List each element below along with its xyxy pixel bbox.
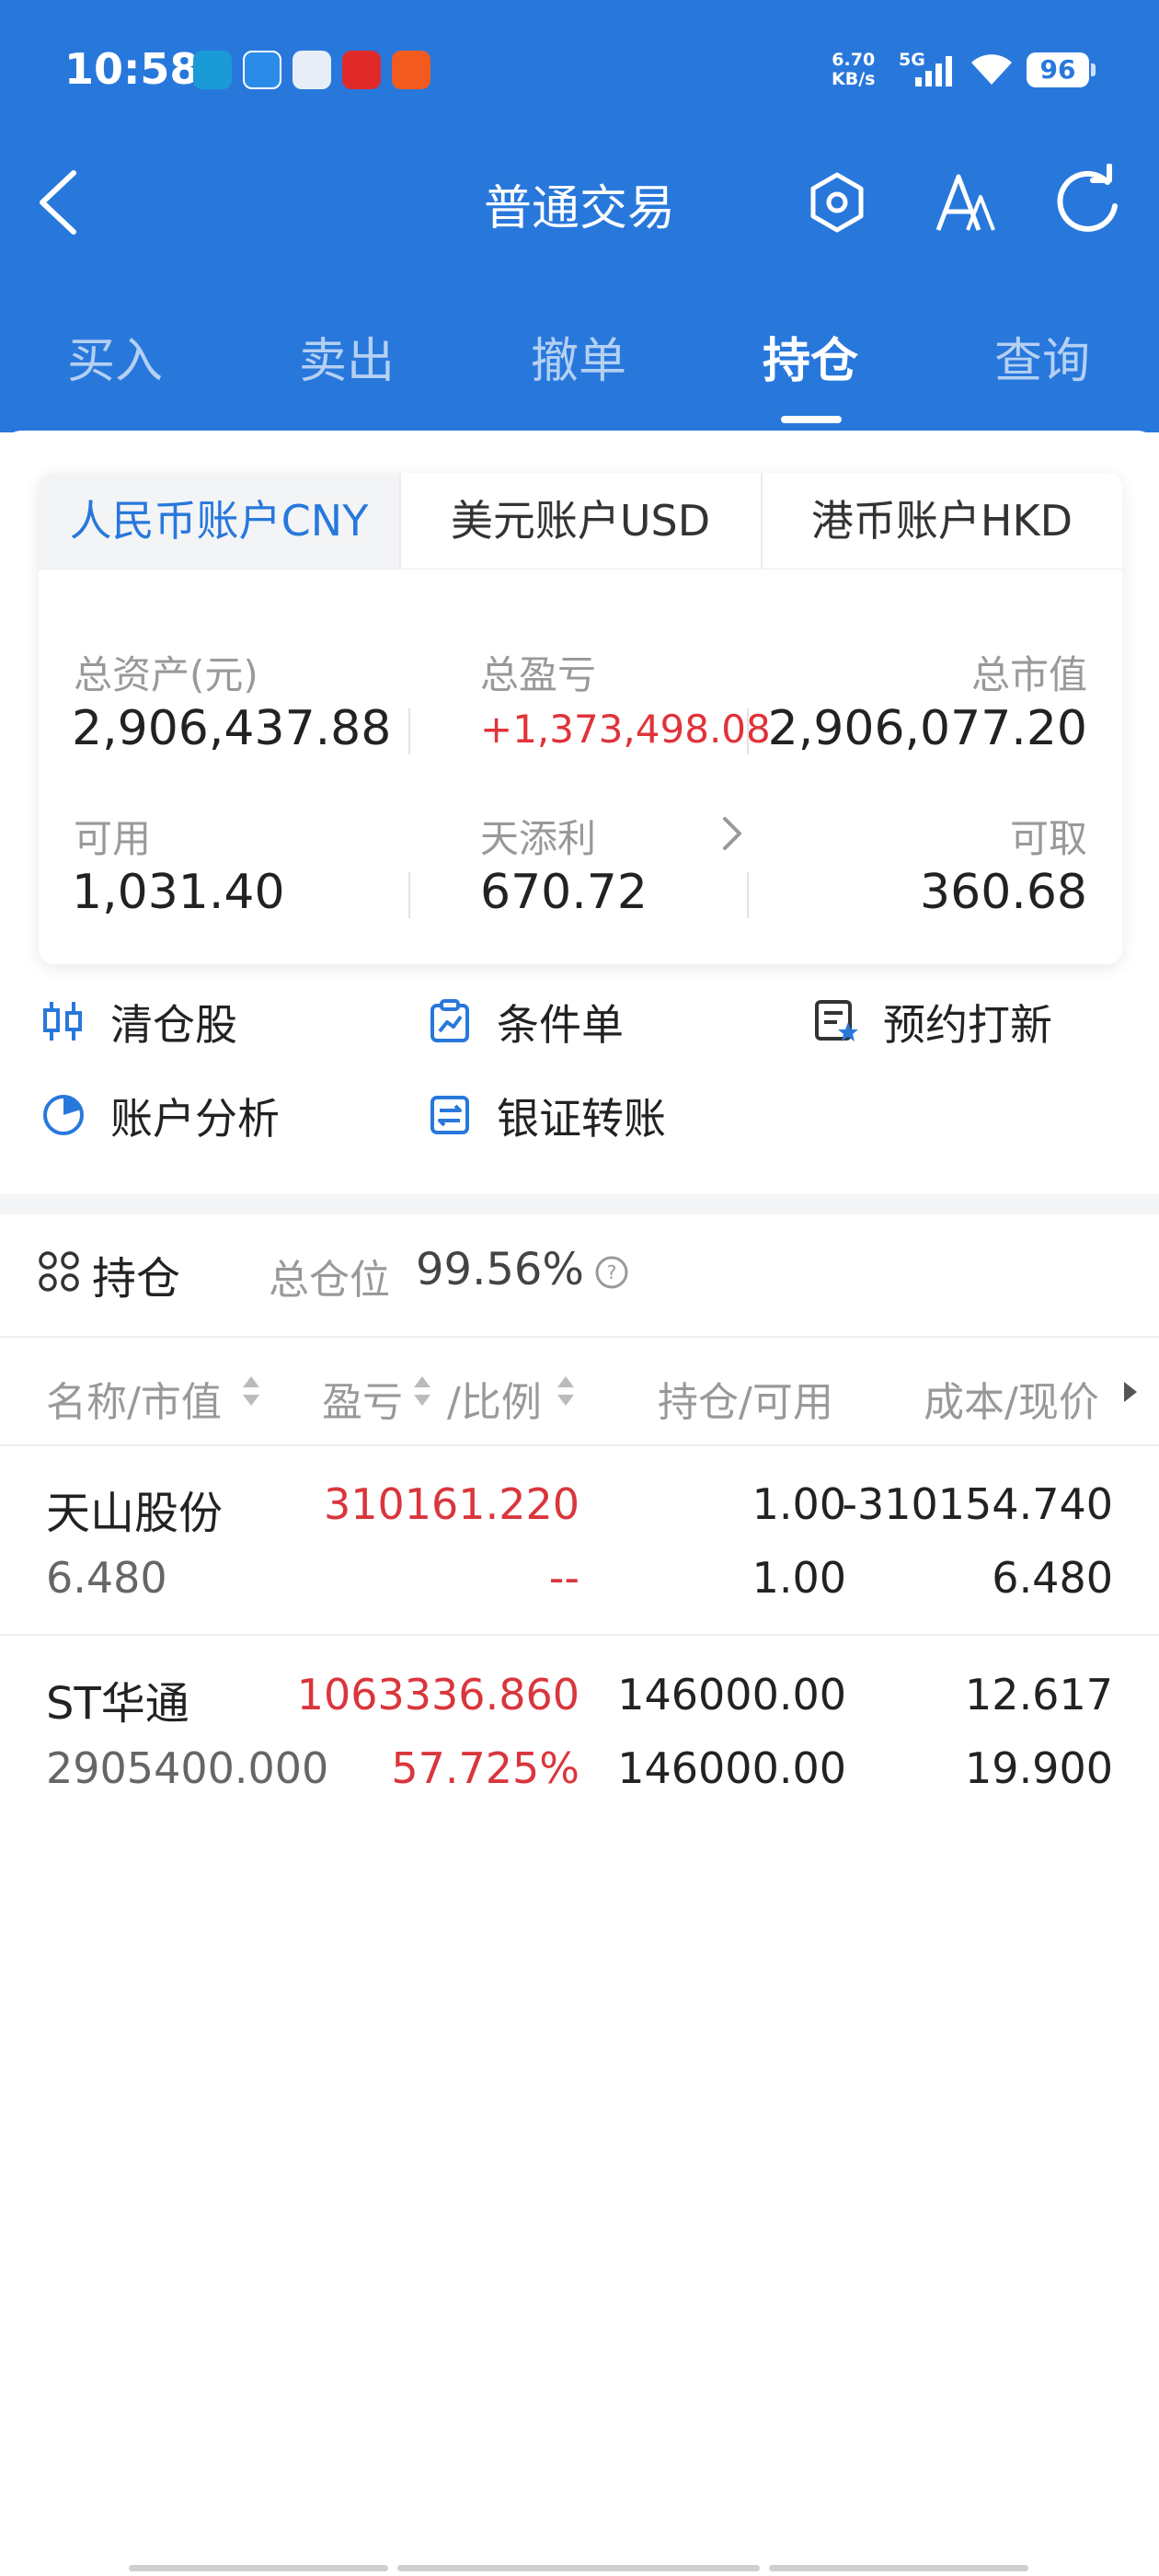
- conditional-order-button[interactable]: 条件单: [497, 992, 624, 1052]
- status-bar: 10:58 6.70 KB/s 5G 96: [0, 0, 1159, 138]
- svg-text:?: ?: [607, 1261, 617, 1283]
- account-analysis-icon: [43, 1095, 84, 1135]
- market-value-value: 2,906,077.20: [767, 701, 1087, 756]
- total-pnl-label: 总盈亏: [480, 652, 597, 697]
- tab-sell[interactable]: 卖出: [255, 322, 439, 391]
- section-divider: [0, 1194, 1159, 1214]
- bank-transfer-icon: [430, 1096, 469, 1134]
- available-label: 可用: [74, 816, 152, 861]
- column-header-ratio[interactable]: /比例: [447, 1369, 542, 1428]
- bank-transfer-button[interactable]: 银证转账: [497, 1086, 666, 1146]
- account-analysis-button[interactable]: 账户分析: [110, 1086, 280, 1146]
- tab-cancel-order[interactable]: 撤单: [487, 322, 671, 391]
- total-pnl-value: +1,373,498.08: [480, 707, 771, 752]
- scroll-right-icon[interactable]: [1120, 1380, 1141, 1404]
- wifi-icon: [968, 50, 1016, 90]
- tab-account-hkd[interactable]: 港币账户HKD: [762, 473, 1122, 569]
- holding-qty: 1.00: [752, 1479, 846, 1529]
- stock-name: 天山股份: [46, 1488, 224, 1539]
- cost-price: 12.617: [965, 1670, 1113, 1719]
- notification-icons: [193, 51, 430, 89]
- active-tab-indicator: [781, 416, 842, 423]
- gesture-bar: [769, 2565, 1028, 2571]
- gesture-bar: [129, 2565, 388, 2571]
- withdrawable-label: 可取: [1009, 816, 1087, 861]
- divider: [0, 1634, 1159, 1636]
- app-notification-icon: [392, 51, 430, 89]
- network-type: 5G: [899, 50, 925, 70]
- refresh-icon[interactable]: [1049, 163, 1126, 241]
- status-time: 10:58: [64, 44, 200, 94]
- tab-holdings[interactable]: 持仓: [718, 322, 902, 391]
- conditional-order-icon: [430, 999, 469, 1042]
- clear-stock-button[interactable]: 清仓股: [110, 992, 237, 1052]
- divider: [0, 1336, 1159, 1338]
- current-price: 19.900: [965, 1743, 1113, 1793]
- tiantianli-value: 670.72: [480, 865, 648, 920]
- account-currency-tabs: 人民币账户CNY 美元账户USD 港币账户HKD: [39, 473, 1122, 569]
- sort-icon[interactable]: [412, 1373, 432, 1409]
- total-assets-label: 总资产(元): [74, 652, 258, 697]
- available-qty: 1.00: [752, 1553, 846, 1603]
- divider: [408, 872, 410, 918]
- clear-stock-icon: [43, 1002, 82, 1041]
- column-header-pnl[interactable]: 盈亏: [322, 1369, 403, 1428]
- holding-qty: 146000.00: [617, 1670, 846, 1719]
- tab-query[interactable]: 查询: [950, 322, 1134, 391]
- trade-tabs: 买入 卖出 撤单 持仓 查询: [0, 313, 1159, 432]
- available-value: 1,031.40: [72, 865, 285, 920]
- app-notification-icon: [243, 51, 281, 89]
- holdings-title: 持仓: [92, 1253, 181, 1305]
- market-value: 6.480: [46, 1553, 167, 1603]
- column-header-cost: 成本/现价: [924, 1379, 1099, 1426]
- app-notification-icon: [293, 51, 331, 89]
- app-notification-icon: [193, 51, 232, 89]
- nav-bar: 普通交易: [0, 147, 1159, 258]
- divider: [747, 872, 749, 918]
- stock-name: ST华通: [46, 1678, 189, 1730]
- market-value: 2905400.000: [46, 1743, 329, 1793]
- net-speed: 6.70 KB/s: [832, 51, 875, 89]
- net-speed-unit: KB/s: [832, 69, 876, 89]
- gesture-bar: [397, 2565, 760, 2571]
- tab-account-cny[interactable]: 人民币账户CNY: [39, 473, 399, 569]
- header: 10:58 6.70 KB/s 5G 96 普通交易 买入 卖出 撤单 持仓 查…: [0, 0, 1159, 432]
- settings-hexagon-icon[interactable]: [798, 164, 876, 241]
- column-header-holding: 持仓/可用: [658, 1379, 833, 1426]
- ipo-reservation-button[interactable]: 预约打新: [883, 992, 1052, 1052]
- sort-icon[interactable]: [556, 1373, 576, 1409]
- ipo-reservation-icon: [815, 1000, 858, 1041]
- sort-icon[interactable]: [241, 1373, 261, 1409]
- available-qty: 146000.00: [617, 1743, 846, 1793]
- divider: [408, 708, 410, 754]
- account-summary-card: 人民币账户CNY 美元账户USD 港币账户HKD 总资产(元) 2,906,43…: [39, 473, 1122, 964]
- battery-icon: 96: [1027, 52, 1096, 87]
- font-size-icon[interactable]: [927, 164, 1004, 241]
- chevron-right-icon[interactable]: [717, 813, 745, 854]
- pnl-value: 1063336.860: [296, 1670, 580, 1719]
- net-speed-value: 6.70: [832, 50, 876, 70]
- divider: [0, 1444, 1159, 1446]
- position-ratio-label: 总仓位: [269, 1257, 390, 1304]
- tab-buy[interactable]: 买入: [23, 322, 207, 391]
- column-header-name[interactable]: 名称/市值: [46, 1369, 222, 1428]
- divider: [747, 708, 749, 754]
- market-value-label: 总市值: [970, 652, 1087, 697]
- app-notification-icon: [342, 51, 381, 89]
- pnl-value: 310161.220: [323, 1479, 580, 1529]
- tiantianli-label[interactable]: 天添利: [480, 808, 596, 864]
- signal-icon: 5G: [897, 48, 958, 94]
- cost-price: -310154.740: [842, 1479, 1113, 1529]
- help-icon[interactable]: ?: [594, 1255, 629, 1290]
- holdings-grid-icon: [39, 1251, 79, 1292]
- current-price: 6.480: [992, 1553, 1113, 1603]
- withdrawable-value: 360.68: [920, 865, 1087, 920]
- pnl-ratio: 57.725%: [391, 1743, 580, 1793]
- position-ratio-value: 99.56%: [416, 1244, 585, 1295]
- total-assets-value: 2,906,437.88: [72, 701, 392, 756]
- tab-account-usd[interactable]: 美元账户USD: [400, 473, 761, 569]
- pnl-ratio: --: [548, 1553, 580, 1603]
